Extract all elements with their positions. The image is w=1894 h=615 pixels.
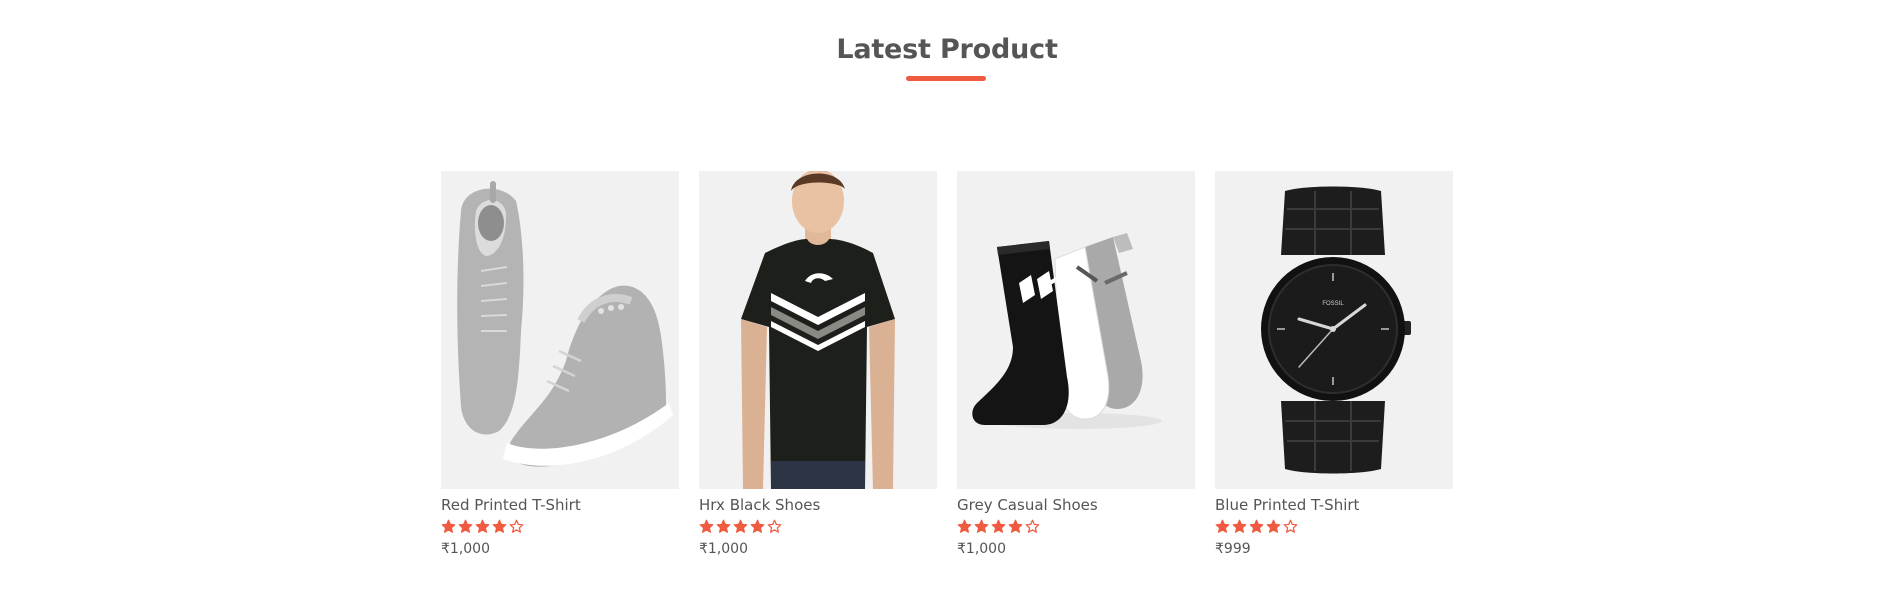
star-empty-icon xyxy=(509,519,524,533)
section-title: Latest Product xyxy=(836,34,1058,65)
product-name[interactable]: Red Printed T-Shirt xyxy=(441,496,679,515)
star-filled-icon xyxy=(733,519,748,533)
star-filled-icon xyxy=(699,519,714,533)
product-card[interactable]: Red Printed T-Shirt ₹1,000 xyxy=(441,171,679,558)
star-filled-icon xyxy=(475,519,490,533)
star-empty-icon xyxy=(1025,519,1040,533)
product-rating xyxy=(441,519,679,535)
product-price: ₹1,000 xyxy=(699,541,748,557)
star-filled-icon xyxy=(1232,519,1247,533)
product-image-tshirt[interactable] xyxy=(699,171,937,489)
product-card[interactable]: FOSSIL Blue Printed T-Shirt ₹999 xyxy=(1215,171,1453,558)
star-filled-icon xyxy=(1266,519,1281,533)
star-filled-icon xyxy=(458,519,473,533)
star-filled-icon xyxy=(1249,519,1264,533)
star-filled-icon xyxy=(957,519,972,533)
product-price: ₹1,000 xyxy=(957,541,1006,557)
star-empty-icon xyxy=(767,519,782,533)
star-filled-icon xyxy=(750,519,765,533)
star-filled-icon xyxy=(1008,519,1023,533)
product-name[interactable]: Grey Casual Shoes xyxy=(957,496,1195,515)
product-image-sneakers[interactable] xyxy=(441,171,679,489)
watch-brand-text: FOSSIL xyxy=(1322,301,1344,307)
product-name[interactable]: Blue Printed T-Shirt xyxy=(1215,496,1453,515)
product-grid: Red Printed T-Shirt ₹1,000 Hrx Black Sho… xyxy=(441,171,1453,558)
product-price: ₹999 xyxy=(1215,541,1251,557)
product-image-watch[interactable]: FOSSIL xyxy=(1215,171,1453,489)
star-filled-icon xyxy=(991,519,1006,533)
star-filled-icon xyxy=(441,519,456,533)
product-name[interactable]: Hrx Black Shoes xyxy=(699,496,937,515)
title-underline xyxy=(906,76,986,81)
product-rating xyxy=(1215,519,1453,535)
product-card[interactable]: Grey Casual Shoes ₹1,000 xyxy=(957,171,1195,558)
product-image-socks[interactable] xyxy=(957,171,1195,489)
star-filled-icon xyxy=(716,519,731,533)
product-rating xyxy=(699,519,937,535)
product-rating xyxy=(957,519,1195,535)
product-price: ₹1,000 xyxy=(441,541,490,557)
product-card[interactable]: Hrx Black Shoes ₹1,000 xyxy=(699,171,937,558)
star-filled-icon xyxy=(974,519,989,533)
star-filled-icon xyxy=(492,519,507,533)
star-empty-icon xyxy=(1283,519,1298,533)
star-filled-icon xyxy=(1215,519,1230,533)
